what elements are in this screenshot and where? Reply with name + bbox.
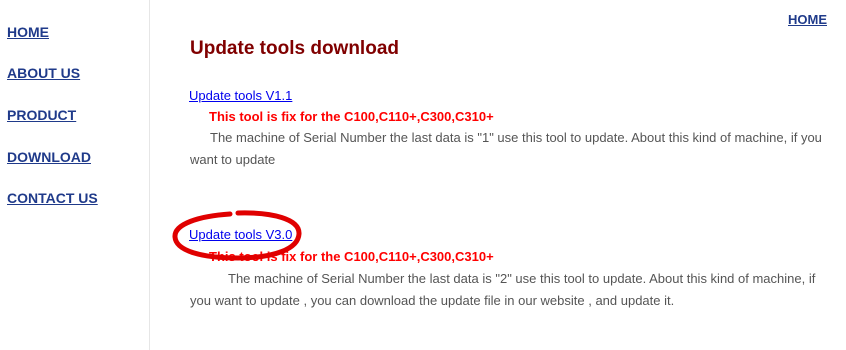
description-text-v3-0: The machine of Serial Number the last da… [190, 271, 816, 308]
sidebar-item-contact-us[interactable]: CONTACT US [7, 190, 98, 206]
page-title: Update tools download [190, 38, 399, 59]
sidebar-item-product[interactable]: PRODUCT [7, 107, 76, 123]
sidebar-divider [149, 0, 150, 350]
compatibility-note-v1-1: This tool is fix for the C100,C110+,C300… [209, 109, 494, 124]
download-link-v1-1[interactable]: Update tools V1.1 [189, 88, 292, 103]
description-text-v1-1: The machine of Serial Number the last da… [190, 130, 822, 167]
compatibility-note-v3-0: This tool is fix for the C100,C110+,C300… [209, 249, 494, 264]
description-v1-1: The machine of Serial Number the last da… [190, 127, 826, 171]
sidebar-nav: HOME ABOUT US PRODUCT DOWNLOAD CONTACT U… [0, 0, 149, 350]
description-v3-0: The machine of Serial Number the last da… [190, 268, 826, 312]
sidebar-item-about-us[interactable]: ABOUT US [7, 65, 80, 81]
download-link-v3-0[interactable]: Update tools V3.0 [189, 227, 292, 242]
sidebar-item-home[interactable]: HOME [7, 24, 49, 40]
header-home-link[interactable]: HOME [788, 12, 827, 27]
sidebar-item-download[interactable]: DOWNLOAD [7, 149, 91, 165]
